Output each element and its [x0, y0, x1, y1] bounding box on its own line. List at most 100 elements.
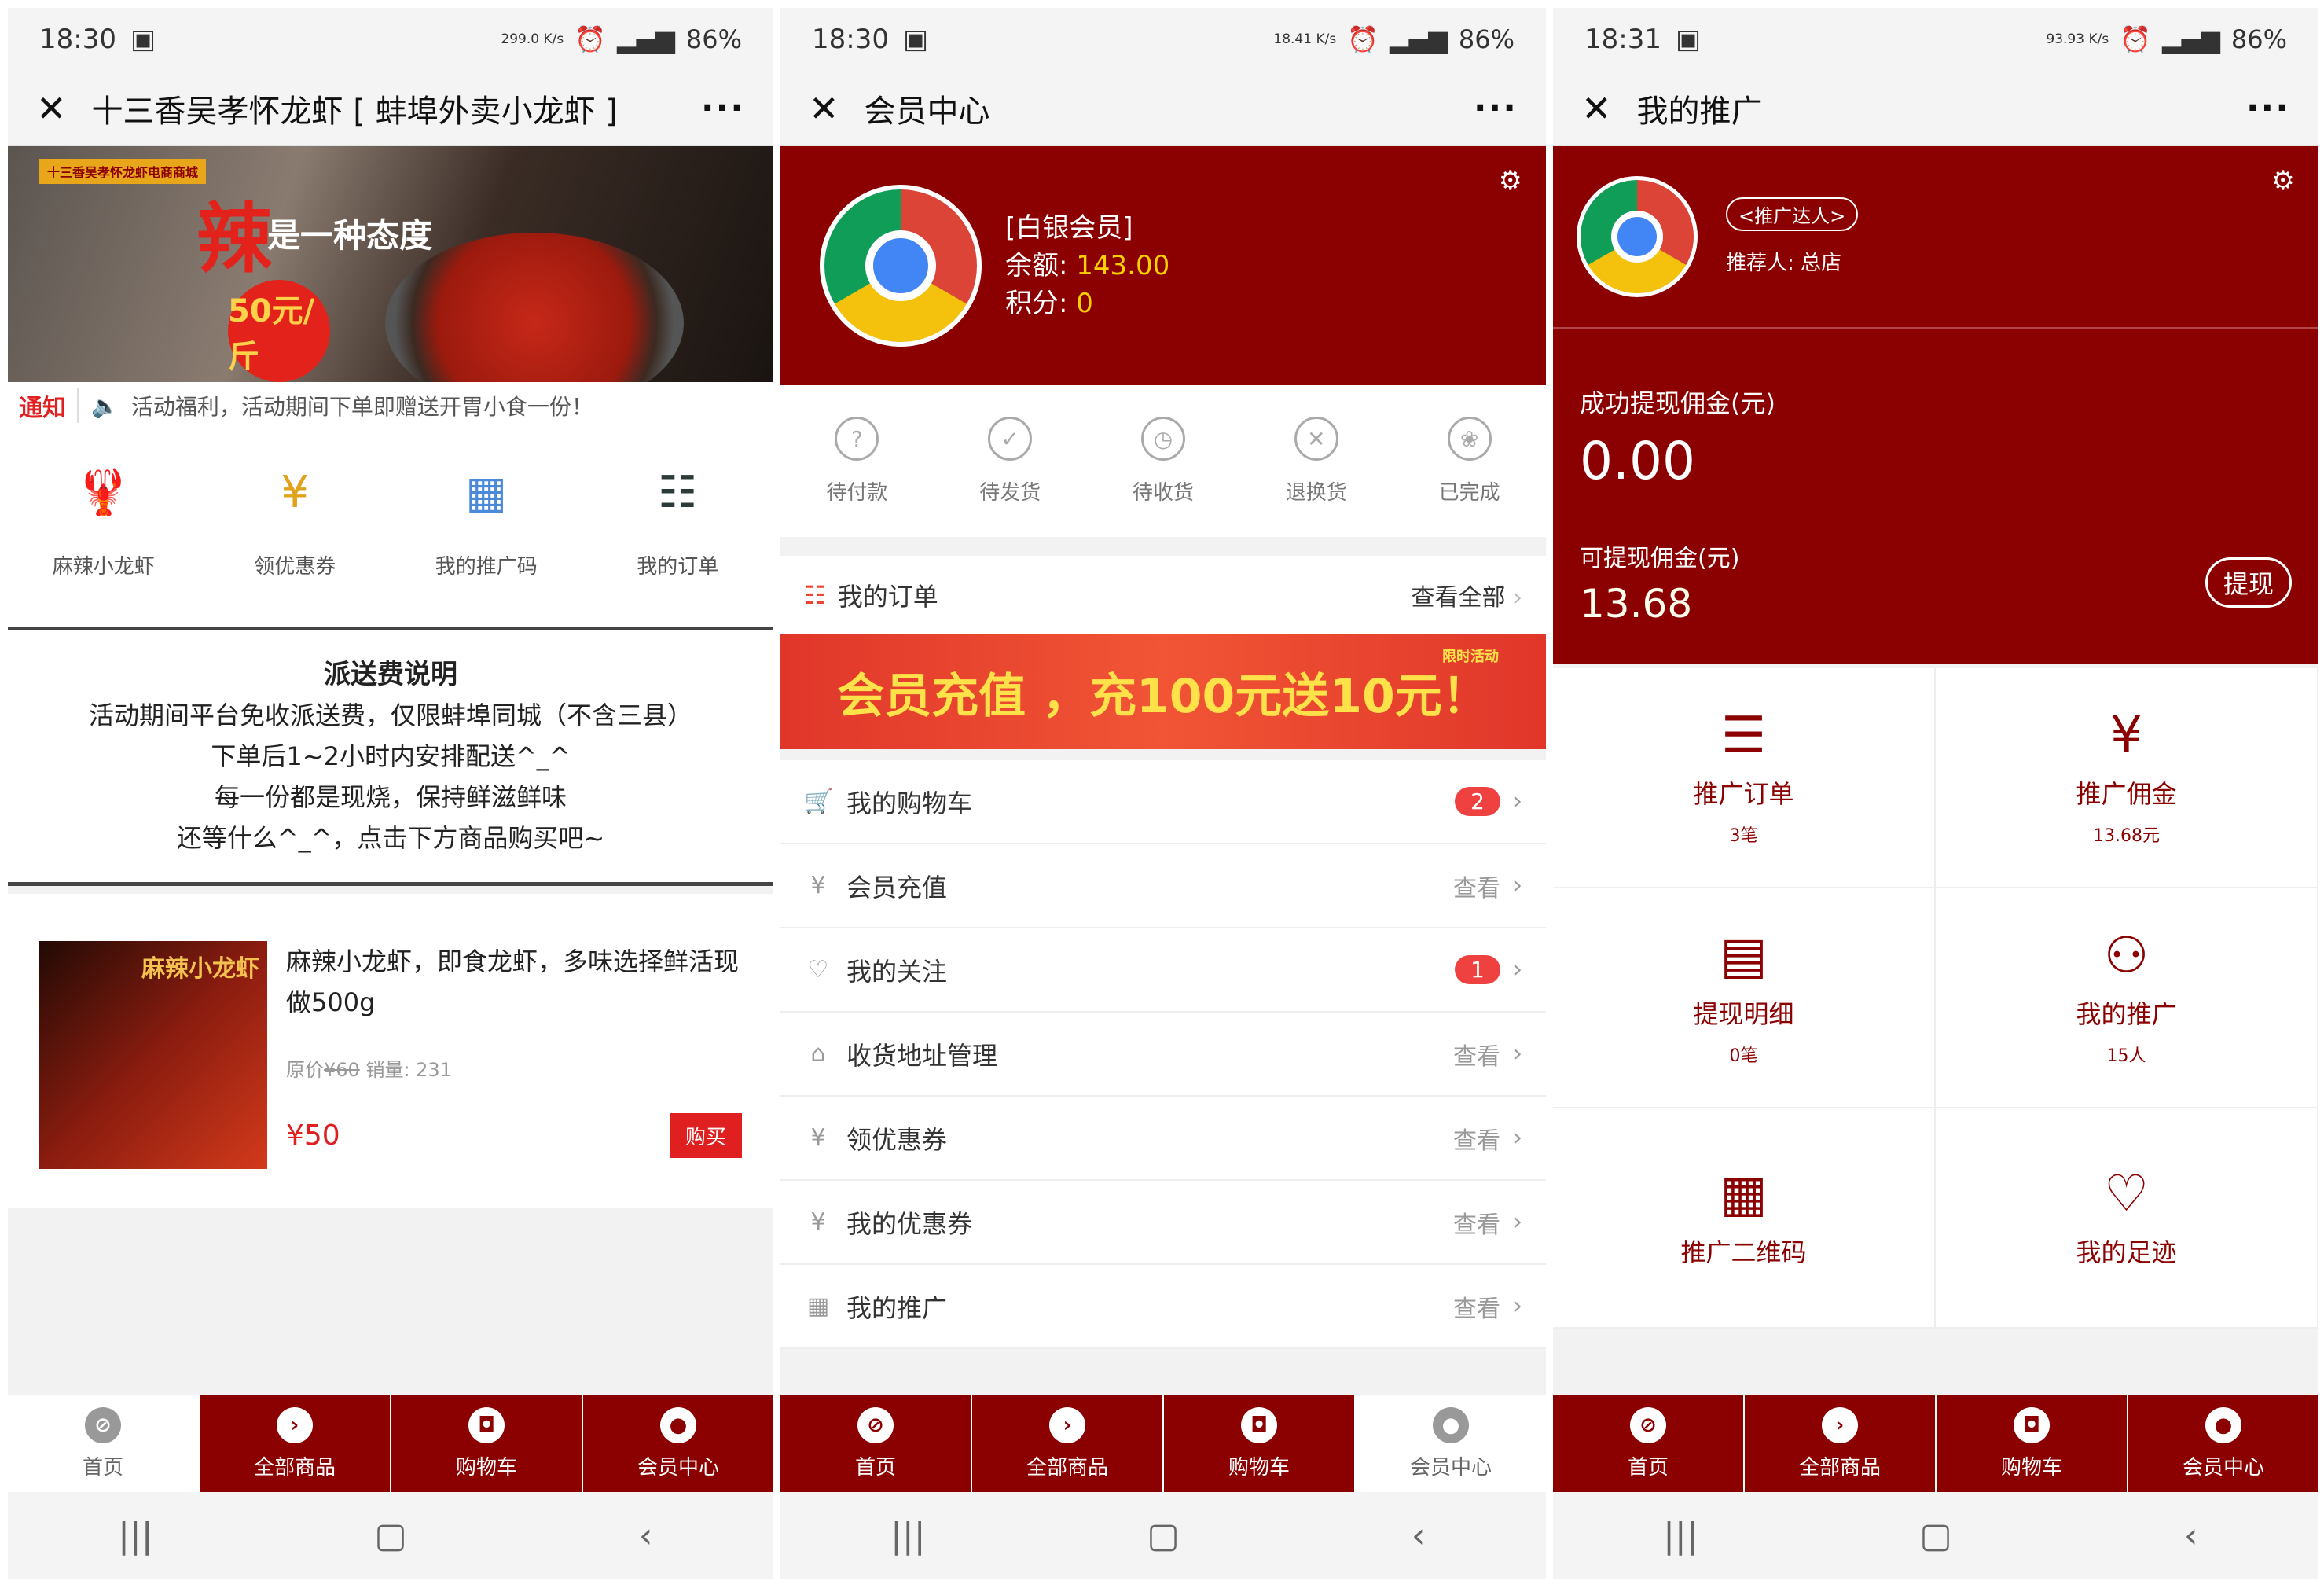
tab-home[interactable]: ⊘ 首页: [780, 1395, 971, 1492]
close-icon[interactable]: ✕: [1581, 87, 1612, 130]
view-all-link[interactable]: 查看全部 ›: [1411, 578, 1522, 612]
buy-button[interactable]: 购买: [669, 1113, 742, 1158]
list-item-recharge[interactable]: ¥ 会员充值 查看 ›: [780, 844, 1546, 928]
tab-label: 购物车: [1228, 1455, 1290, 1480]
user-icon: ●: [2205, 1406, 2241, 1443]
signal-icon: ▂▄▆: [617, 24, 675, 54]
gear-icon[interactable]: ⚙: [2271, 165, 2295, 197]
home-button-icon[interactable]: ▢: [1889, 1516, 1983, 1556]
tab-member[interactable]: ● 会员中心: [1354, 1395, 1546, 1492]
balance-value: 143.00: [1076, 250, 1170, 281]
back-icon[interactable]: ‹: [599, 1516, 693, 1556]
orig-price: ¥60: [324, 1059, 360, 1081]
shortcut-crayfish[interactable]: 🦞 麻辣小龙虾: [8, 453, 200, 579]
delivery-line: 每一份都是现烧，保持鲜滋鲜味: [214, 782, 567, 812]
heart-icon: ♡: [807, 956, 829, 983]
my-orders-row[interactable]: ☷ 我的订单 查看全部 ›: [780, 556, 1546, 634]
grid-promo-qrcode[interactable]: ▦ 推广二维码: [1553, 1108, 1936, 1329]
list-item-my-coupons[interactable]: ¥ 我的优惠券 查看 ›: [780, 1181, 1546, 1265]
signal-icon: ▂▄▆: [2162, 24, 2220, 54]
shortcut-qrcode[interactable]: ▦ 我的推广码: [391, 453, 582, 579]
recents-icon[interactable]: |||: [88, 1516, 182, 1556]
chevron-right-icon: ›: [1822, 1406, 1858, 1443]
limited-time-tag: 限时活动: [1442, 649, 1499, 665]
withdraw-button[interactable]: 提现: [2205, 557, 2292, 608]
more-icon[interactable]: ···: [1474, 88, 1518, 128]
tab-label: 购物车: [455, 1455, 517, 1480]
shortcut-orders[interactable]: ☷ 我的订单: [582, 453, 774, 579]
promo-banner[interactable]: 十三香吴孝怀龙虾电商商城 辣 是一种态度 50元/斤: [8, 146, 773, 382]
grid-sub: 15人: [2106, 1046, 2146, 1066]
product-image[interactable]: 麻辣小龙虾: [39, 941, 267, 1169]
grid-label: 提现明细: [1693, 999, 1794, 1029]
tab-member[interactable]: ● 会员中心: [2127, 1395, 2318, 1492]
list-item-my-promotion[interactable]: ▦ 我的推广 查看 ›: [780, 1265, 1546, 1349]
grid-promo-commission[interactable]: ¥ 推广佣金 13.68元: [1936, 668, 2318, 888]
bag-icon: ◘: [2014, 1406, 2050, 1443]
shortcut-label: 领优惠券: [254, 555, 336, 579]
list-item-label: 会员充值: [846, 872, 948, 902]
x-circle-icon: ✕: [1294, 417, 1338, 461]
tab-cart[interactable]: ◘ 购物车: [1935, 1395, 2127, 1492]
gear-icon[interactable]: ⚙: [1499, 165, 1522, 197]
notice-bar[interactable]: 通知 🔈 活动福利，活动期间下单即赠送开胃小食一份！: [8, 382, 773, 429]
list-item-favorites[interactable]: ♡ 我的关注 1 ›: [780, 928, 1546, 1013]
back-icon[interactable]: ‹: [2144, 1516, 2238, 1556]
recents-icon[interactable]: |||: [1633, 1516, 1727, 1556]
list-item-get-coupon[interactable]: ¥ 领优惠券 查看 ›: [780, 1097, 1546, 1181]
grid-label: 我的足迹: [2076, 1237, 2177, 1267]
tab-all-products[interactable]: › 全部商品: [198, 1395, 390, 1492]
tab-cart[interactable]: ◘ 购物车: [390, 1395, 582, 1492]
alarm-icon: ⏰: [2120, 24, 2152, 54]
order-returns[interactable]: ✕ 退换货: [1239, 417, 1393, 505]
shortcut-coupon[interactable]: ¥ 领优惠券: [200, 453, 391, 579]
order-pending-payment[interactable]: ? 待付款: [780, 417, 934, 505]
recents-icon[interactable]: |||: [861, 1516, 955, 1556]
tab-label: 首页: [854, 1455, 896, 1480]
tab-all-products[interactable]: › 全部商品: [1743, 1395, 1935, 1492]
tab-cart[interactable]: ◘ 购物车: [1162, 1395, 1354, 1492]
tab-member[interactable]: ● 会员中心: [582, 1395, 773, 1492]
close-icon[interactable]: ✕: [36, 87, 67, 130]
recharge-banner-text: 会员充值 ，充100元送10元！: [837, 668, 1489, 724]
balance-label: 余额:: [1005, 250, 1068, 281]
list-item-cart[interactable]: 🛒 我的购物车 2 ›: [780, 760, 1546, 844]
avatar[interactable]: [820, 185, 982, 347]
grid-withdraw-details[interactable]: ▤ 提现明细 0笔: [1553, 888, 1936, 1108]
list-item-label: 我的推广: [846, 1292, 948, 1323]
role-badge: <推广达人>: [1726, 197, 1859, 231]
avatar[interactable]: [1577, 176, 1698, 297]
tab-home[interactable]: ⊘ 首页: [1553, 1395, 1743, 1492]
delivery-title: 派送费说明: [324, 659, 457, 690]
referrer-text: 推荐人: 总店: [1726, 252, 1842, 275]
grid-my-footprint[interactable]: ♡ 我的足迹: [1936, 1108, 2318, 1329]
more-icon[interactable]: ···: [2246, 88, 2290, 128]
system-navbar: ||| ▢ ‹: [8, 1492, 773, 1579]
image-icon: ▣: [1675, 24, 1702, 55]
back-icon[interactable]: ‹: [1371, 1516, 1466, 1556]
tab-all-products[interactable]: › 全部商品: [971, 1395, 1162, 1492]
notice-text: 活动福利，活动期间下单即赠送开胃小食一份！: [130, 394, 593, 420]
grid-my-promotion[interactable]: ⚇ 我的推广 15人: [1936, 888, 2318, 1108]
order-pending-receipt[interactable]: ◷ 待收货: [1087, 417, 1240, 505]
grid-label: 推广订单: [1693, 779, 1794, 809]
system-navbar: ||| ▢ ‹: [1553, 1492, 2318, 1579]
home-button-icon[interactable]: ▢: [343, 1516, 438, 1556]
list-item-address[interactable]: ⌂ 收货地址管理 查看 ›: [780, 1013, 1546, 1097]
statement-icon: ▤: [1720, 927, 1768, 985]
product-card[interactable]: 麻辣小龙虾 麻辣小龙虾，即食龙虾，多味选择鲜活现做500g 原价¥60 销量: …: [8, 894, 773, 1208]
chevron-right-icon: ›: [1513, 1292, 1522, 1320]
image-icon: ▣: [130, 24, 156, 55]
grid-promo-orders[interactable]: ☰ 推广订单 3笔: [1553, 668, 1936, 888]
order-status-row: ? 待付款 ✓ 待发货 ◷ 待收货 ✕ 退换货 ❀ 已完成: [780, 385, 1546, 537]
home-button-icon[interactable]: ▢: [1116, 1516, 1210, 1556]
order-pending-shipment[interactable]: ✓ 待发货: [934, 417, 1087, 505]
more-icon[interactable]: ···: [701, 88, 745, 128]
points-label: 积分:: [1005, 288, 1068, 319]
order-completed[interactable]: ❀ 已完成: [1393, 417, 1546, 505]
tab-home[interactable]: ⊘ 首页: [8, 1395, 198, 1492]
recharge-banner[interactable]: 会员充值 ，充100元送10元！ 限时活动: [780, 634, 1546, 749]
status-time: 18:30: [812, 24, 889, 55]
close-icon[interactable]: ✕: [809, 87, 839, 130]
product-meta: 原价¥60 销量: 231: [286, 1054, 742, 1082]
